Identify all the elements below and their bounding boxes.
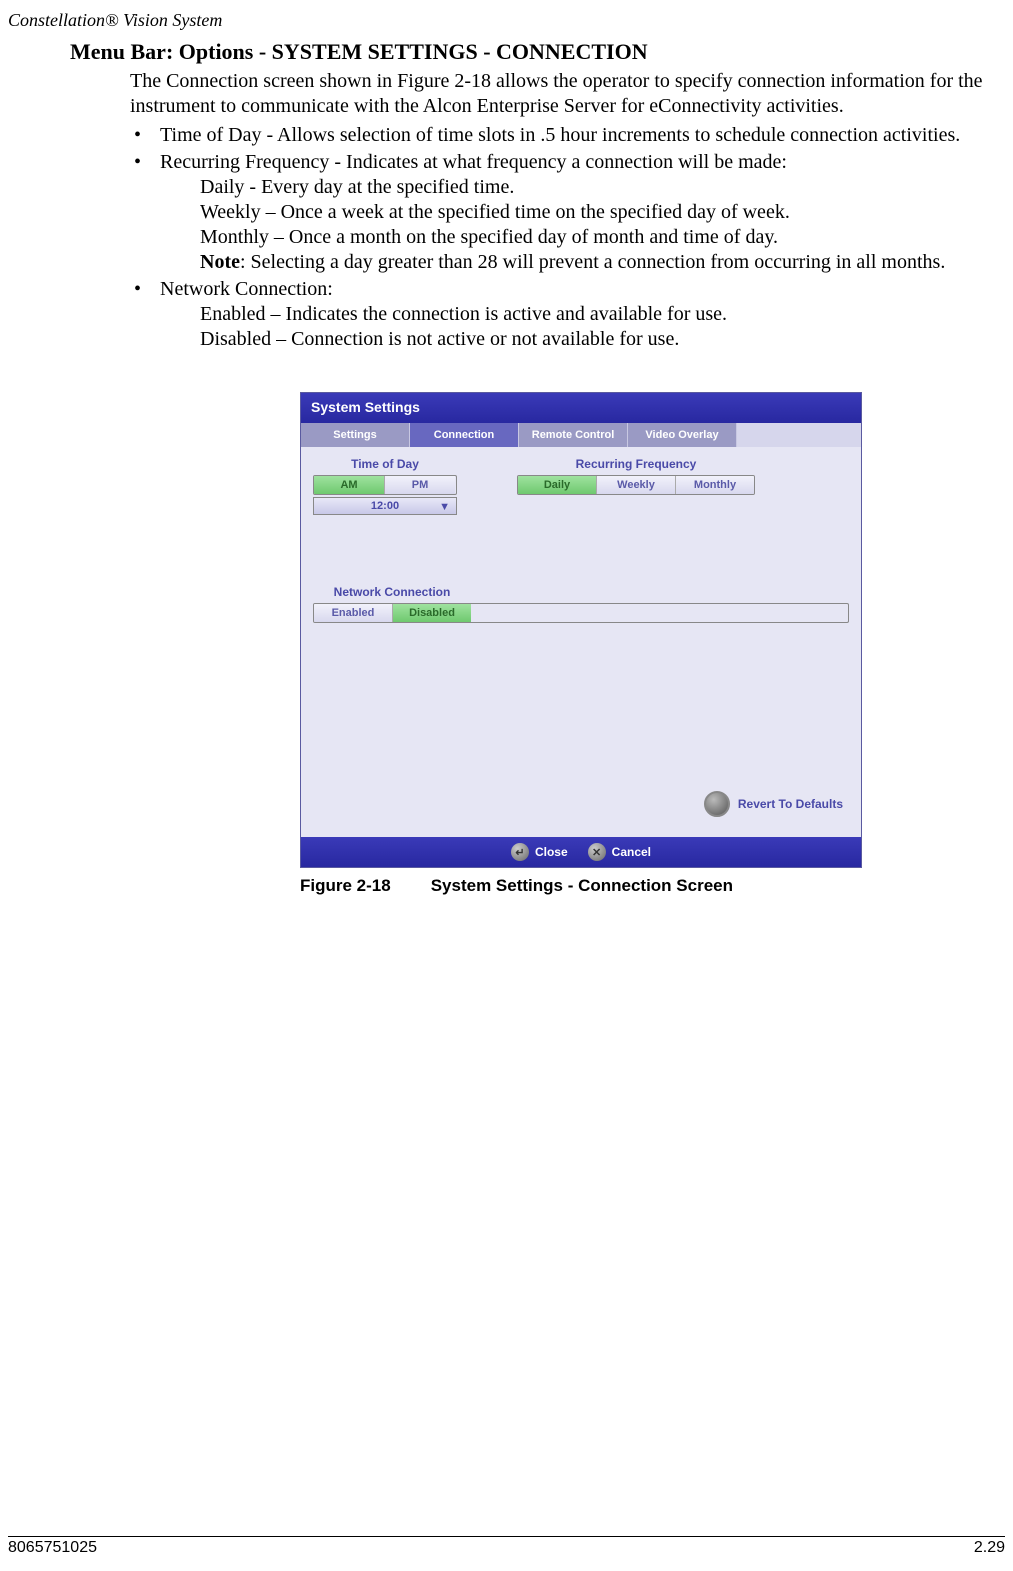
tab-video-overlay[interactable]: Video Overlay bbox=[628, 423, 737, 447]
figure-title: System Settings - Connection Screen bbox=[431, 876, 733, 895]
frequency-segment: Daily Weekly Monthly bbox=[517, 475, 755, 495]
figure: System Settings Settings Connection Remo… bbox=[300, 392, 993, 896]
daily-option[interactable]: Daily bbox=[518, 476, 597, 494]
note-label: Note bbox=[200, 251, 240, 273]
monthly-option[interactable]: Monthly bbox=[676, 476, 754, 494]
revert-label: Revert To Defaults bbox=[738, 797, 843, 811]
sub-note: Note: Selecting a day greater than 28 wi… bbox=[200, 250, 993, 275]
section-title: Menu Bar: Options - SYSTEM SETTINGS - CO… bbox=[70, 39, 993, 65]
sub-daily: Daily - Every day at the specified time. bbox=[200, 175, 993, 200]
bullet-time-of-day: Time of Day - Allows selection of time s… bbox=[130, 123, 993, 148]
recurring-label: Recurring Frequency bbox=[517, 457, 755, 471]
am-option[interactable]: AM bbox=[314, 476, 385, 494]
ampm-segment: AM PM bbox=[313, 475, 457, 495]
revert-to-defaults-button[interactable]: Revert To Defaults bbox=[704, 791, 843, 817]
bullet-recurring: Recurring Frequency - Indicates at what … bbox=[130, 150, 993, 275]
content: Menu Bar: Options - SYSTEM SETTINGS - CO… bbox=[0, 31, 1013, 896]
page-header: Constellation® Vision System bbox=[0, 0, 1013, 31]
sub-enabled: Enabled – Indicates the connection is ac… bbox=[200, 302, 993, 327]
cancel-label: Cancel bbox=[612, 845, 651, 859]
tabs: Settings Connection Remote Control Video… bbox=[301, 423, 861, 447]
network-connection-group: Network Connection Enabled Disabled bbox=[313, 585, 849, 623]
revert-icon bbox=[704, 791, 730, 817]
panel-inner: Time of Day AM PM 12:00 ▼ Recurring bbox=[301, 447, 861, 837]
cancel-button[interactable]: ✕ Cancel bbox=[588, 843, 651, 861]
recurring-group: Recurring Frequency Daily Weekly Monthly bbox=[517, 457, 755, 515]
system-settings-panel: System Settings Settings Connection Remo… bbox=[300, 392, 862, 868]
panel-footer: ↵ Close ✕ Cancel bbox=[301, 837, 861, 867]
enter-icon: ↵ bbox=[511, 843, 529, 861]
panel-body: Settings Connection Remote Control Video… bbox=[301, 423, 861, 837]
footer-left: 8065751025 bbox=[8, 1539, 97, 1556]
sub-monthly: Monthly – Once a month on the specified … bbox=[200, 225, 993, 250]
time-of-day-group: Time of Day AM PM 12:00 ▼ bbox=[313, 457, 457, 515]
panel-title: System Settings bbox=[301, 393, 861, 423]
close-icon: ✕ bbox=[588, 843, 606, 861]
weekly-option[interactable]: Weekly bbox=[597, 476, 676, 494]
sub-weekly: Weekly – Once a week at the specified ti… bbox=[200, 200, 993, 225]
close-label: Close bbox=[535, 845, 568, 859]
note-text: : Selecting a day greater than 28 will p… bbox=[240, 251, 945, 273]
disabled-option[interactable]: Disabled bbox=[393, 604, 471, 622]
tab-settings[interactable]: Settings bbox=[301, 423, 410, 447]
time-dropdown[interactable]: 12:00 ▼ bbox=[313, 497, 457, 515]
figure-caption: Figure 2-18 System Settings - Connection … bbox=[300, 876, 993, 896]
page-footer: 8065751025 2.29 bbox=[8, 1536, 1005, 1557]
figure-number: Figure 2-18 bbox=[300, 876, 391, 895]
chevron-down-icon: ▼ bbox=[439, 501, 450, 513]
bullet-list: Time of Day - Allows selection of time s… bbox=[130, 123, 993, 352]
time-of-day-label: Time of Day bbox=[313, 457, 457, 471]
network-segment: Enabled Disabled bbox=[313, 603, 849, 623]
network-connection-label: Network Connection bbox=[313, 585, 471, 599]
close-button[interactable]: ↵ Close bbox=[511, 843, 568, 861]
tab-remote-control[interactable]: Remote Control bbox=[519, 423, 628, 447]
enabled-option[interactable]: Enabled bbox=[314, 604, 393, 622]
pm-option[interactable]: PM bbox=[385, 476, 455, 494]
intro-paragraph: The Connection screen shown in Figure 2-… bbox=[130, 69, 993, 119]
time-value: 12:00 bbox=[371, 500, 399, 512]
bullet-network-connection: Network Connection: Enabled – Indicates … bbox=[130, 277, 993, 352]
bullet-network-text: Network Connection: bbox=[160, 278, 333, 300]
footer-right: 2.29 bbox=[974, 1539, 1005, 1557]
tab-spacer bbox=[737, 423, 861, 447]
tab-connection[interactable]: Connection bbox=[410, 423, 519, 447]
bullet-recurring-text: Recurring Frequency - Indicates at what … bbox=[160, 151, 787, 173]
sub-disabled: Disabled – Connection is not active or n… bbox=[200, 327, 993, 352]
